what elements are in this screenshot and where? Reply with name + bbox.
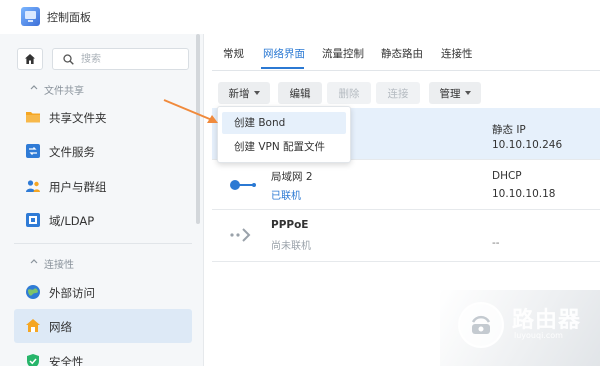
manage-button[interactable]: 管理 (429, 82, 481, 104)
file-services-icon (26, 144, 40, 158)
sidebar-item-label: 用户与群组 (49, 180, 107, 194)
interface-ip: -- (492, 237, 500, 249)
interface-status: 尚未联机 (271, 241, 311, 252)
section-label: 连接性 (44, 260, 74, 271)
edit-button-label: 编辑 (289, 87, 311, 100)
interface-name: 局域网 2 (271, 171, 313, 183)
connect-button-label: 连接 (387, 87, 409, 100)
users-icon (26, 180, 40, 192)
caret-down-icon (253, 91, 260, 95)
tab-traffic-control[interactable]: 流量控制 (322, 46, 364, 68)
tab-connectivity[interactable]: 连接性 (441, 46, 473, 68)
interface-ip: 10.10.10.246 (492, 139, 563, 151)
domain-icon (26, 213, 40, 227)
sidebar-item-network[interactable]: 网络 (14, 309, 192, 343)
window-title: 控制面板 (47, 11, 91, 24)
search-box[interactable] (52, 48, 189, 70)
tab-general[interactable]: 常规 (223, 46, 244, 68)
shield-icon (27, 354, 39, 366)
interface-name: PPPoE (271, 219, 309, 231)
home-button[interactable] (17, 48, 43, 70)
folder-icon (26, 112, 40, 123)
interface-mode: DHCP (492, 170, 522, 182)
network-icon (26, 319, 40, 332)
section-label: 文件共享 (44, 86, 84, 97)
sidebar-item-domain-ldap[interactable]: 域/LDAP (14, 203, 192, 237)
home-icon (25, 54, 35, 64)
sidebar-item-label: 文件服务 (49, 145, 95, 159)
search-input[interactable] (81, 52, 181, 67)
chevron-up-icon (30, 259, 38, 264)
interface-row[interactable]: 局域网 2 已联机 DHCP 10.10.10.18 (212, 160, 600, 210)
sidebar-item-file-services[interactable]: 文件服务 (14, 134, 192, 168)
tabs-divider (212, 70, 600, 71)
menu-item-create-vpn-profile[interactable]: 创建 VPN 配置文件 (222, 136, 346, 158)
control-panel-icon (21, 7, 40, 26)
watermark-logo-icon (458, 302, 504, 348)
active-tab-indicator (261, 67, 304, 69)
sidebar-item-label: 外部访问 (49, 286, 95, 300)
sidebar-item-label: 域/LDAP (49, 214, 95, 228)
sidebar: 文件共享 共享文件夹 文件服务 用户与群组 域/LDAP (0, 34, 204, 366)
new-button[interactable]: 新增 (218, 82, 270, 104)
interface-ip: 10.10.10.18 (492, 188, 556, 200)
interface-row[interactable]: PPPoE 尚未联机 -- (212, 210, 600, 262)
watermark-subtext: luyouqi.com (514, 331, 563, 340)
menu-item-create-bond[interactable]: 创建 Bond (222, 112, 346, 134)
interface-status: 已联机 (271, 191, 301, 202)
delete-button[interactable]: 删除 (327, 82, 371, 104)
sidebar-divider (14, 243, 192, 244)
router-icon (471, 315, 491, 334)
interface-mode: 静态 IP (492, 124, 526, 136)
sidebar-item-label: 安全性 (49, 355, 84, 366)
search-icon (63, 54, 74, 65)
section-connectivity[interactable]: 连接性 (0, 254, 204, 272)
tab-static-route[interactable]: 静态路由 (381, 46, 423, 68)
external-access-icon (26, 285, 40, 299)
sidebar-item-security[interactable]: 安全性 (14, 344, 192, 366)
annotation-arrow (163, 99, 218, 123)
sidebar-item-users-groups[interactable]: 用户与群组 (14, 169, 192, 203)
caret-down-icon (464, 91, 471, 95)
manage-button-label: 管理 (439, 87, 461, 100)
tab-network-interface[interactable]: 网络界面 (263, 46, 305, 68)
new-button-label: 新增 (228, 87, 250, 100)
title-bar: 控制面板 (0, 0, 600, 34)
edit-button[interactable]: 编辑 (278, 82, 322, 104)
sidebar-item-external-access[interactable]: 外部访问 (14, 275, 192, 309)
sidebar-item-label: 网络 (49, 320, 72, 334)
delete-button-label: 删除 (338, 87, 360, 100)
connect-button[interactable]: 连接 (376, 82, 420, 104)
new-dropdown-menu: 创建 Bond 创建 VPN 配置文件 (217, 106, 351, 163)
lan-connected-icon (230, 180, 256, 190)
pppoe-disconnected-icon (230, 228, 251, 242)
watermark-text: 路由器 (512, 308, 582, 333)
sidebar-item-label: 共享文件夹 (49, 111, 107, 125)
sidebar-scrollbar[interactable] (196, 34, 200, 224)
chevron-up-icon (30, 85, 38, 90)
section-file-sharing[interactable]: 文件共享 (0, 80, 204, 98)
